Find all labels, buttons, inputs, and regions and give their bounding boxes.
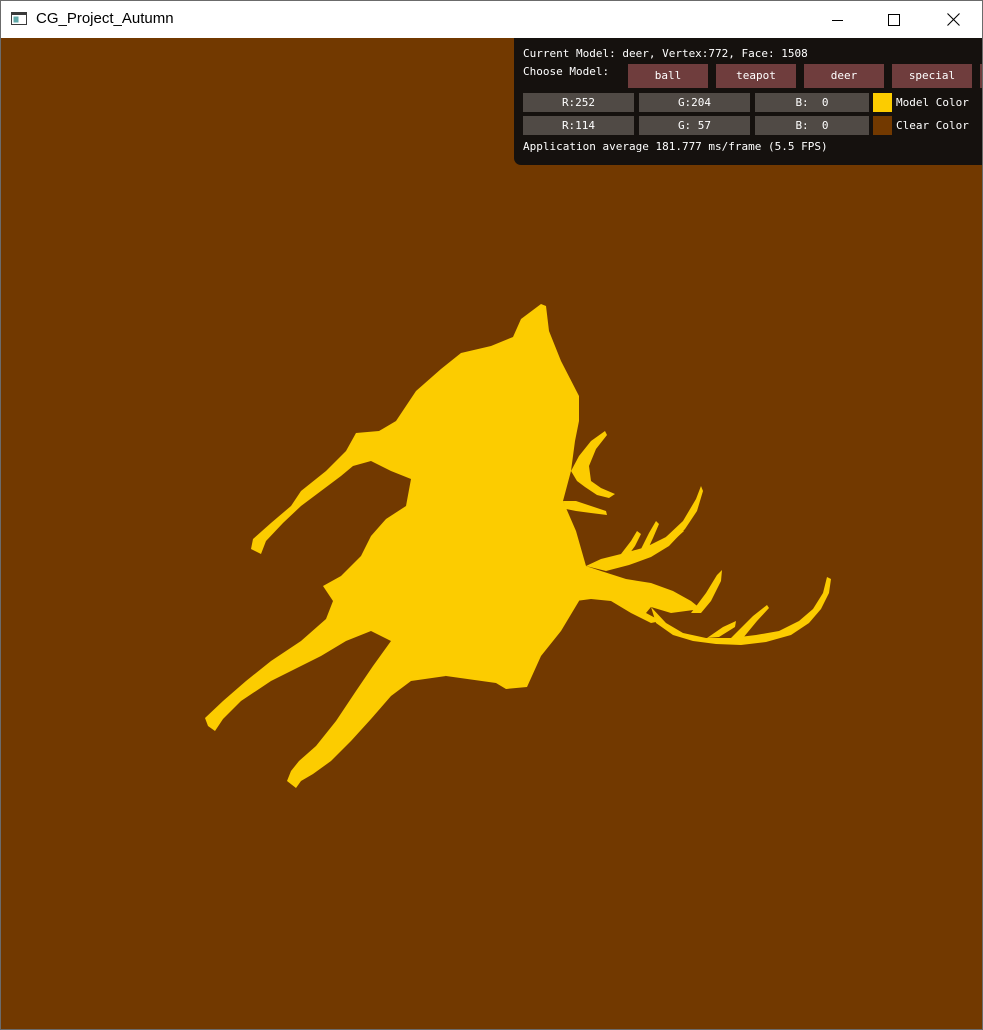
deer-antler-prong [571,431,615,498]
deer-front-leg [287,641,446,788]
clear-color-swatch[interactable] [873,116,892,135]
clear-color-g-slider[interactable]: G: 57 [639,116,750,135]
imgui-control-panel: Current Model: deer, Vertex:772, Face: 1… [514,38,982,165]
app-window-icon [11,12,27,25]
model-color-b-slider[interactable]: B: 0 [755,93,869,112]
model-color-swatch[interactable] [873,93,892,112]
title-bar[interactable]: CG_Project_Autumn [1,1,982,38]
window-title: CG_Project_Autumn [36,10,174,27]
deer-head [571,561,701,623]
model-button-special[interactable]: special [892,64,972,88]
maximize-button[interactable] [871,1,917,38]
clear-color-r-slider[interactable]: R:114 [523,116,634,135]
clear-color-b-slider[interactable]: B: 0 [755,116,869,135]
deer-antler-tine [707,621,736,638]
clear-color-label: Clear Color [896,119,969,132]
fps-readout: Application average 181.777 ms/frame (5.… [523,140,828,153]
app-window: CG_Project_Autumn Current Model: deer, V… [0,0,983,1030]
close-button[interactable] [930,1,976,38]
deer-antler-upper [586,486,703,571]
close-icon [946,13,960,26]
choose-model-label: Choose Model: [523,65,610,78]
model-color-r-slider[interactable]: R:252 [523,93,634,112]
model-button-ball[interactable]: ball [628,64,708,88]
minimize-button[interactable] [815,1,861,38]
model-button-deer[interactable]: deer [804,64,884,88]
model-button-teapot[interactable]: teapot [716,64,796,88]
deer-antler-tine [731,605,769,638]
render-viewport[interactable]: Current Model: deer, Vertex:772, Face: 1… [1,38,982,1029]
deer-antler-prong [563,501,607,515]
current-model-info: Current Model: deer, Vertex:772, Face: 1… [523,47,808,60]
model-color-g-slider[interactable]: G:204 [639,93,750,112]
deer-model-render [205,304,831,788]
model-color-label: Model Color [896,96,969,109]
minimize-icon [832,19,843,21]
maximize-icon [888,13,900,26]
